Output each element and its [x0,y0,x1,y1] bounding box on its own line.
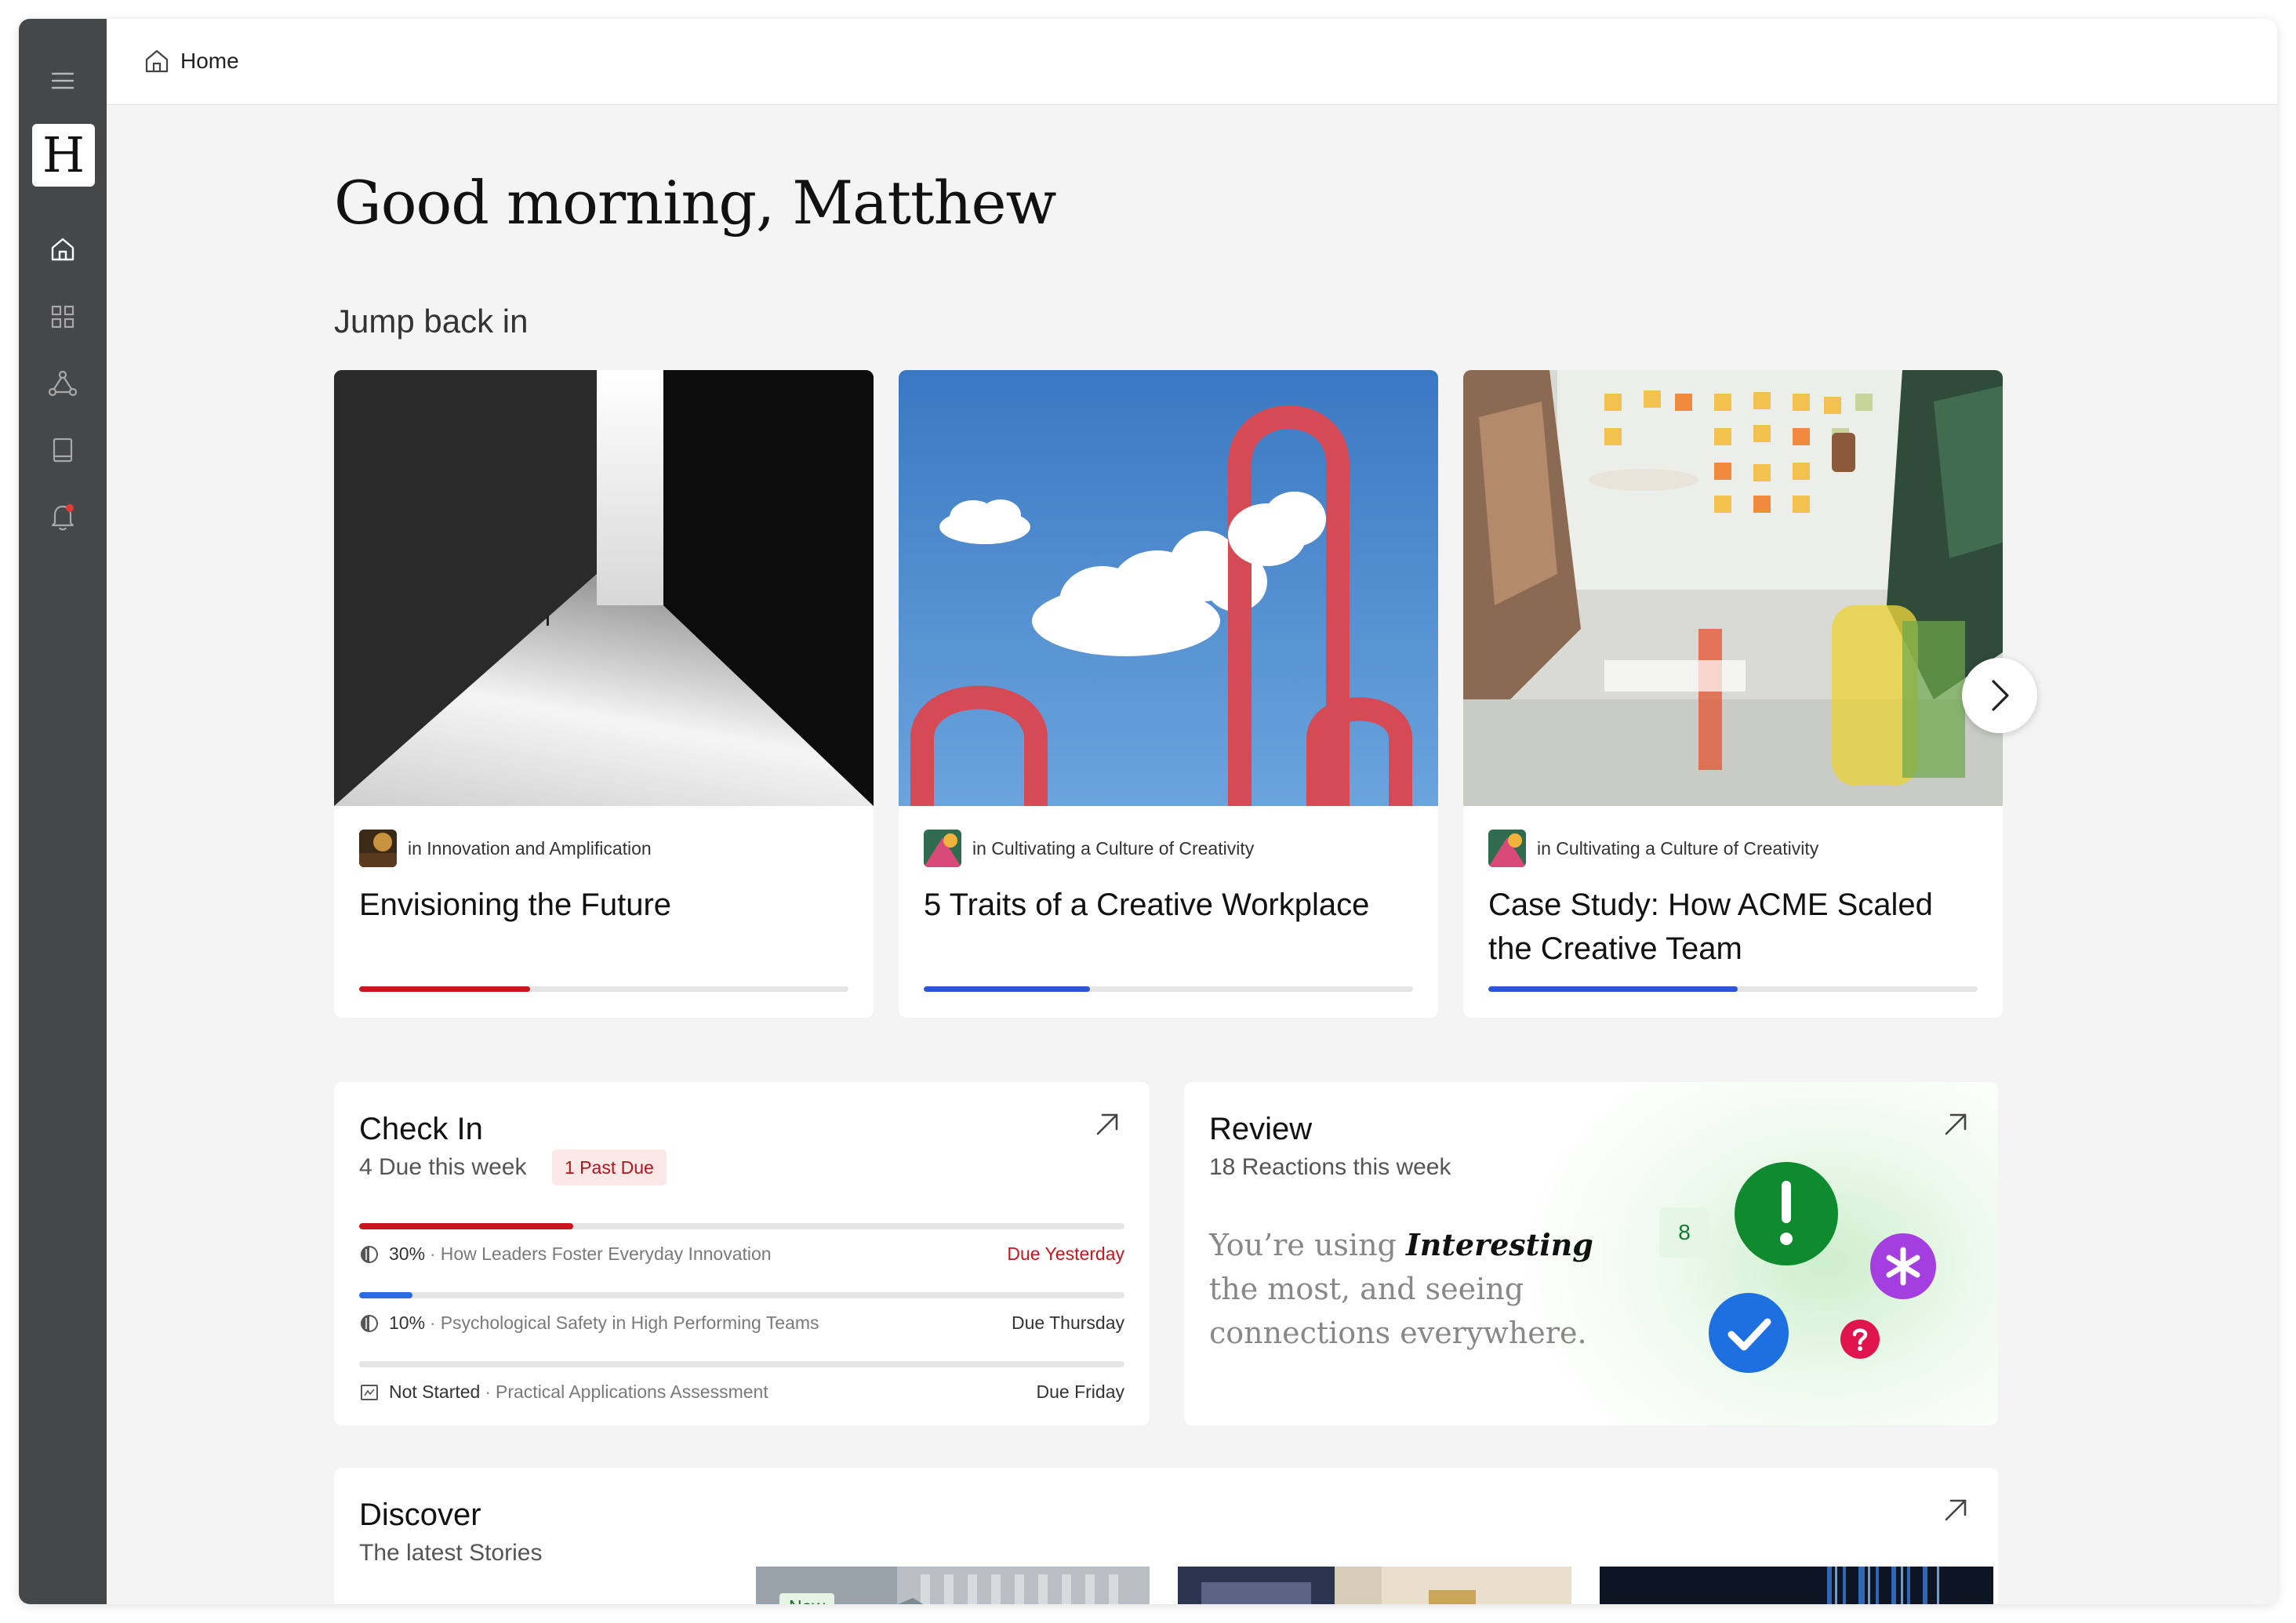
asterisk-reaction-icon [1870,1233,1936,1299]
check-in-title: Check In [359,1112,483,1146]
card-progress-bar [359,986,848,992]
due-date: Due Yesterday [1007,1244,1124,1264]
checkmark-reaction-icon [1709,1293,1789,1373]
due-date: Due Friday [1036,1382,1124,1402]
story-thumbnail[interactable]: New [756,1567,1150,1604]
open-arrow-icon[interactable] [1093,1110,1121,1138]
reaction-count-badge: 8 [1659,1207,1709,1258]
discover-subtitle: The latest Stories [359,1540,543,1566]
review-insight: You’re using Interesting the most, and s… [1209,1227,1593,1350]
category-thumbnail [1488,830,1526,867]
check-in-panel: Check In 4 Due this week 1 Past Due 30% ·… [334,1082,1150,1425]
review-panel: Review 18 Reactions this week You’re usi… [1184,1082,1998,1425]
discover-title: Discover [359,1498,481,1532]
exclamation-reaction-icon [1735,1162,1838,1265]
past-due-badge: 1 Past Due [552,1149,667,1185]
category-thumbnail [924,830,961,867]
new-badge: New [779,1593,835,1604]
story-thumbnail[interactable] [1600,1567,1993,1604]
card-image [334,370,874,806]
card-progress-bar [1488,986,1978,992]
check-in-subtitle: 4 Due this week [359,1154,527,1180]
check-in-progress-bar [359,1292,1124,1298]
due-date: Due Thursday [1011,1313,1124,1333]
open-arrow-icon[interactable] [1942,1496,1970,1524]
story-thumbnail[interactable] [1178,1567,1571,1604]
course-card[interactable]: in Innovation and Amplification Envision… [334,370,874,1018]
card-category: in Cultivating a Culture of Creativity [924,830,1254,867]
main-content: Good morning, Matthew Jump back in in In… [19,19,2277,1604]
greeting: Good morning, Matthew [334,168,1057,238]
assessment-icon [361,1384,378,1400]
card-category: in Cultivating a Culture of Creativity [1488,830,1818,867]
review-subtitle: 18 Reactions this week [1209,1154,1451,1180]
jump-back-in-title: Jump back in [334,303,529,339]
chevron-right-icon [1992,680,2009,711]
card-progress-bar [924,986,1413,992]
open-arrow-icon[interactable] [1942,1110,1970,1138]
in-progress-icon [361,1314,378,1332]
card-title: Case Study: How ACME Scaled the Creative… [1488,888,1933,966]
course-card[interactable]: in Cultivating a Culture of Creativity C… [1463,370,2003,1018]
category-thumbnail [359,830,397,867]
card-title: 5 Traits of a Creative Workplace [924,888,1370,922]
course-card[interactable]: in Cultivating a Culture of Creativity 5… [899,370,1438,1018]
check-in-progress-bar [359,1361,1124,1367]
app-window: H Home Good morning, Matthew Jump back i… [19,19,2277,1604]
card-title: Envisioning the Future [359,888,672,922]
question-reaction-icon [1840,1320,1880,1359]
card-image [1463,370,2003,806]
check-in-progress-bar [359,1223,1124,1229]
review-title: Review [1209,1112,1313,1146]
card-category: in Innovation and Amplification [359,830,652,867]
in-progress-icon [361,1245,378,1263]
card-image [899,370,1438,806]
carousel-next-button[interactable] [1962,658,2037,733]
